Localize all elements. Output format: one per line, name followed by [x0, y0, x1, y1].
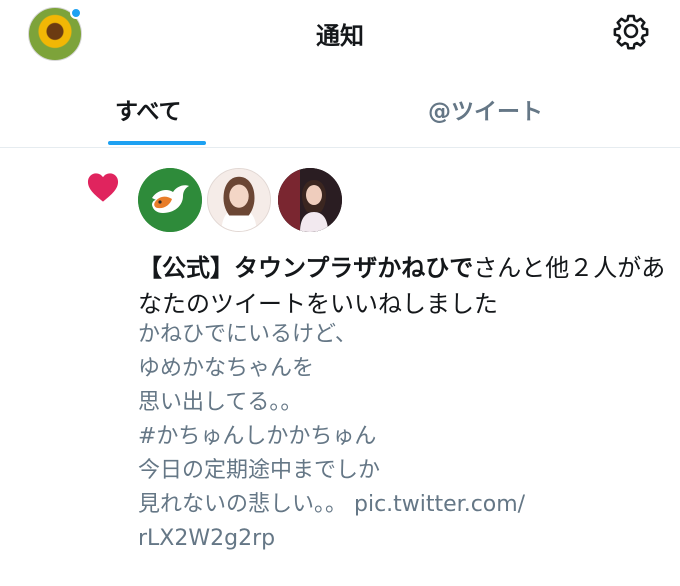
tweet-line: かねひでにいるけど、: [138, 322, 357, 347]
gear-icon[interactable]: [612, 12, 650, 50]
tweet-line: ゆめかなちゃんを: [138, 356, 315, 381]
tab-all[interactable]: すべて: [115, 92, 181, 126]
notification-tabs: すべて @ツイート: [0, 78, 680, 148]
tweet-line: #かちゅんしかかちゅん: [138, 424, 377, 449]
liked-tweet-text[interactable]: かねひでにいるけど、 ゆめかなちゃんを 思い出してる。。 #かちゅんしかかちゅん…: [138, 318, 668, 556]
actor-name[interactable]: 【公式】タウンプラザかねひで: [138, 254, 473, 282]
top-bar: 通知: [0, 0, 680, 64]
tweet-line: 見れないの悲しい。。 pic.twitter.com/: [138, 492, 526, 517]
heart-icon: [87, 173, 119, 202]
person-photo: [278, 168, 342, 232]
liker-avatar[interactable]: [138, 168, 202, 232]
liker-avatar[interactable]: [207, 168, 271, 232]
person-photo: [208, 169, 270, 231]
tweet-line: 思い出してる。。: [138, 390, 303, 415]
tweet-line: 今日の定期途中までしか: [138, 458, 381, 483]
page-title: 通知: [316, 22, 364, 50]
notification-text: 【公式】タウンプラザかねひでさんと他２人があなたのツイートをいいねしました: [138, 250, 668, 322]
tab-mentions[interactable]: @ツイート: [428, 92, 543, 126]
bird-logo-icon: [138, 168, 202, 232]
tweet-line: rLX2W2g2rp: [138, 526, 276, 551]
liker-avatar[interactable]: [278, 168, 342, 232]
selected-tab-indicator: [108, 141, 206, 145]
